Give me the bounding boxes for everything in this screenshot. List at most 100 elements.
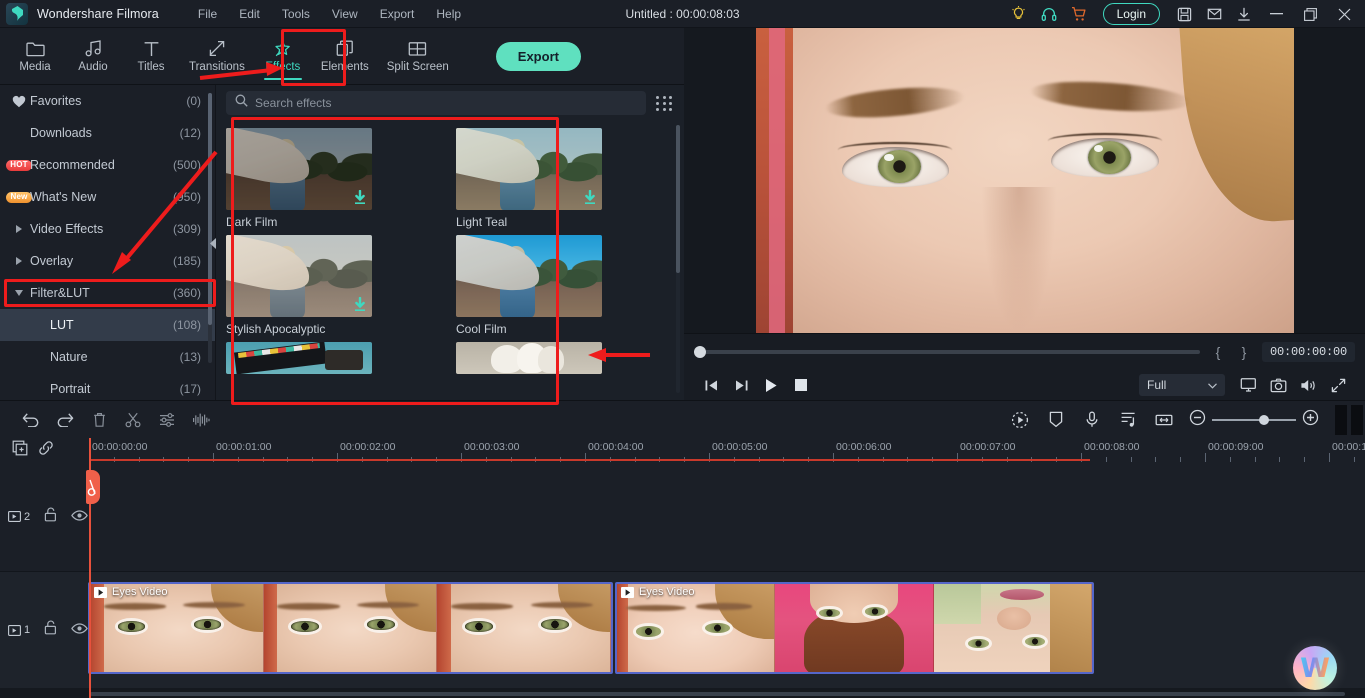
prev-frame-icon[interactable] (696, 372, 726, 398)
effect-card-white-flowers[interactable] (456, 342, 602, 379)
effect-card-dark-film[interactable]: Dark Film (226, 128, 372, 229)
eye-icon[interactable] (71, 508, 88, 526)
download-badge-icon[interactable] (583, 190, 597, 206)
effect-card-cool-film[interactable]: Cool Film (456, 235, 602, 336)
sidebar-item-filter-lut[interactable]: Filter&LUT (360) (0, 277, 215, 309)
zoom-slider-handle[interactable] (1259, 414, 1270, 425)
menu-export[interactable]: Export (369, 3, 426, 25)
unlock-icon[interactable] (44, 506, 57, 527)
tab-media[interactable]: Media (6, 28, 64, 85)
add-track-icon[interactable] (12, 440, 28, 461)
search-input[interactable]: Search effects (226, 91, 646, 115)
sidebar-item-overlay[interactable]: Overlay (185) (0, 245, 215, 277)
zoom-in-button[interactable] (1302, 409, 1319, 431)
delete-icon[interactable] (82, 406, 116, 434)
menu-view[interactable]: View (321, 3, 369, 25)
tab-effects[interactable]: Effects (254, 28, 312, 85)
grid-dots-icon[interactable] (656, 94, 674, 112)
fit-timeline-icon[interactable] (1147, 406, 1181, 434)
beat-detect-icon[interactable] (1111, 406, 1145, 434)
close-button[interactable] (1327, 0, 1361, 28)
marker-icon[interactable] (1039, 406, 1073, 434)
mark-out-button[interactable]: } (1236, 344, 1252, 360)
menu-edit[interactable]: Edit (228, 3, 271, 25)
tab-audio[interactable]: Audio (64, 28, 122, 85)
effects-scrollbar-thumb[interactable] (676, 125, 680, 273)
sidebar-item-nature[interactable]: Nature (13) (0, 341, 215, 373)
download-badge-icon[interactable] (353, 297, 367, 313)
undo-icon[interactable] (14, 406, 48, 434)
voiceover-mic-icon[interactable] (1075, 406, 1109, 434)
track-body-2[interactable] (88, 462, 1365, 571)
maximize-button[interactable] (1293, 0, 1327, 28)
sidebar-scrollbar[interactable] (208, 93, 212, 363)
redo-icon[interactable] (48, 406, 82, 434)
playhead-handle[interactable] (86, 470, 100, 504)
effect-card-clapperboard[interactable] (226, 342, 372, 379)
timeline-clip-1[interactable]: Eyes Video (88, 582, 613, 674)
effect-thumbnail[interactable] (456, 342, 602, 374)
sidebar-item-portrait[interactable]: Portrait (17) (0, 373, 215, 400)
render-preview-icon[interactable] (1003, 406, 1037, 434)
video-preview-area[interactable] (684, 28, 1365, 333)
unlock-icon[interactable] (44, 620, 57, 640)
login-button[interactable]: Login (1102, 2, 1160, 26)
effect-card-stylish-apocalyptic[interactable]: Stylish Apocalyptic (226, 235, 372, 336)
scrubber-handle[interactable] (694, 346, 706, 358)
download-badge-icon[interactable] (353, 190, 367, 206)
split-scissors-icon[interactable] (116, 406, 150, 434)
cart-icon[interactable] (1064, 0, 1094, 28)
tab-titles[interactable]: Titles (122, 28, 180, 85)
effect-thumbnail[interactable] (226, 342, 372, 374)
tab-split-screen[interactable]: Split Screen (378, 28, 458, 85)
fullscreen-icon[interactable] (1323, 372, 1353, 398)
lightbulb-icon[interactable] (1004, 0, 1034, 28)
effect-thumbnail[interactable] (226, 128, 372, 210)
sidebar-item-recommended[interactable]: HOT Recommended (500) (0, 149, 215, 181)
effect-card-light-teal[interactable]: Light Teal (456, 128, 602, 229)
volume-icon[interactable] (1293, 372, 1323, 398)
export-button[interactable]: Export (495, 41, 581, 71)
save-icon[interactable] (1169, 0, 1199, 28)
eye-icon[interactable] (71, 621, 88, 639)
sidebar-item-whats-new[interactable]: New What's New (950) (0, 181, 215, 213)
audio-waveform-icon[interactable] (184, 406, 218, 434)
track-row-2[interactable]: 2 (0, 462, 1365, 572)
play-icon[interactable] (756, 372, 786, 398)
track-row-1[interactable]: 1 Eyes Video Eyes Video (0, 572, 1365, 688)
zoom-slider-track[interactable] (1212, 414, 1296, 425)
effects-category-sidebar[interactable]: Favorites (0) Downloads (12) HOT Recomme… (0, 85, 216, 400)
sidebar-scrollbar-thumb[interactable] (208, 93, 212, 325)
sidebar-item-lut[interactable]: LUT (108) (0, 309, 215, 341)
mark-in-button[interactable]: { (1210, 344, 1226, 360)
menu-file[interactable]: File (187, 3, 228, 25)
next-frame-icon[interactable] (726, 372, 756, 398)
mail-icon[interactable] (1199, 0, 1229, 28)
zoom-out-button[interactable] (1189, 409, 1206, 431)
menu-help[interactable]: Help (425, 3, 472, 25)
sidebar-item-downloads[interactable]: Downloads (12) (0, 117, 215, 149)
camera-icon[interactable] (1263, 372, 1293, 398)
menu-tools[interactable]: Tools (271, 3, 321, 25)
download-icon[interactable] (1229, 0, 1259, 28)
snapshot-screen-icon[interactable] (1233, 372, 1263, 398)
headphones-icon[interactable] (1034, 0, 1064, 28)
effect-thumbnail[interactable] (456, 235, 602, 317)
link-icon[interactable] (38, 440, 54, 461)
resolution-select[interactable]: Full (1139, 374, 1225, 396)
timeline-clip-2[interactable]: Eyes Video (615, 582, 1094, 674)
playback-scrubber[interactable] (694, 346, 1200, 358)
adjust-sliders-icon[interactable] (150, 406, 184, 434)
panel-collapse-arrow-icon[interactable] (209, 232, 218, 254)
tab-elements[interactable]: Elements (312, 28, 378, 85)
sidebar-item-video-effects[interactable]: Video Effects (309) (0, 213, 215, 245)
effects-scrollbar[interactable] (676, 125, 680, 393)
minimize-button[interactable] (1259, 0, 1293, 28)
timeline-horizontal-scrollbar[interactable] (90, 692, 1345, 696)
effect-thumbnail[interactable] (226, 235, 372, 317)
tab-transitions[interactable]: Transitions (180, 28, 254, 85)
effect-thumbnail[interactable] (456, 128, 602, 210)
timeline-zoom-slider[interactable] (1189, 409, 1319, 431)
sidebar-item-favorites[interactable]: Favorites (0) (0, 85, 215, 117)
track-body-1[interactable]: Eyes Video Eyes Video (88, 572, 1365, 688)
